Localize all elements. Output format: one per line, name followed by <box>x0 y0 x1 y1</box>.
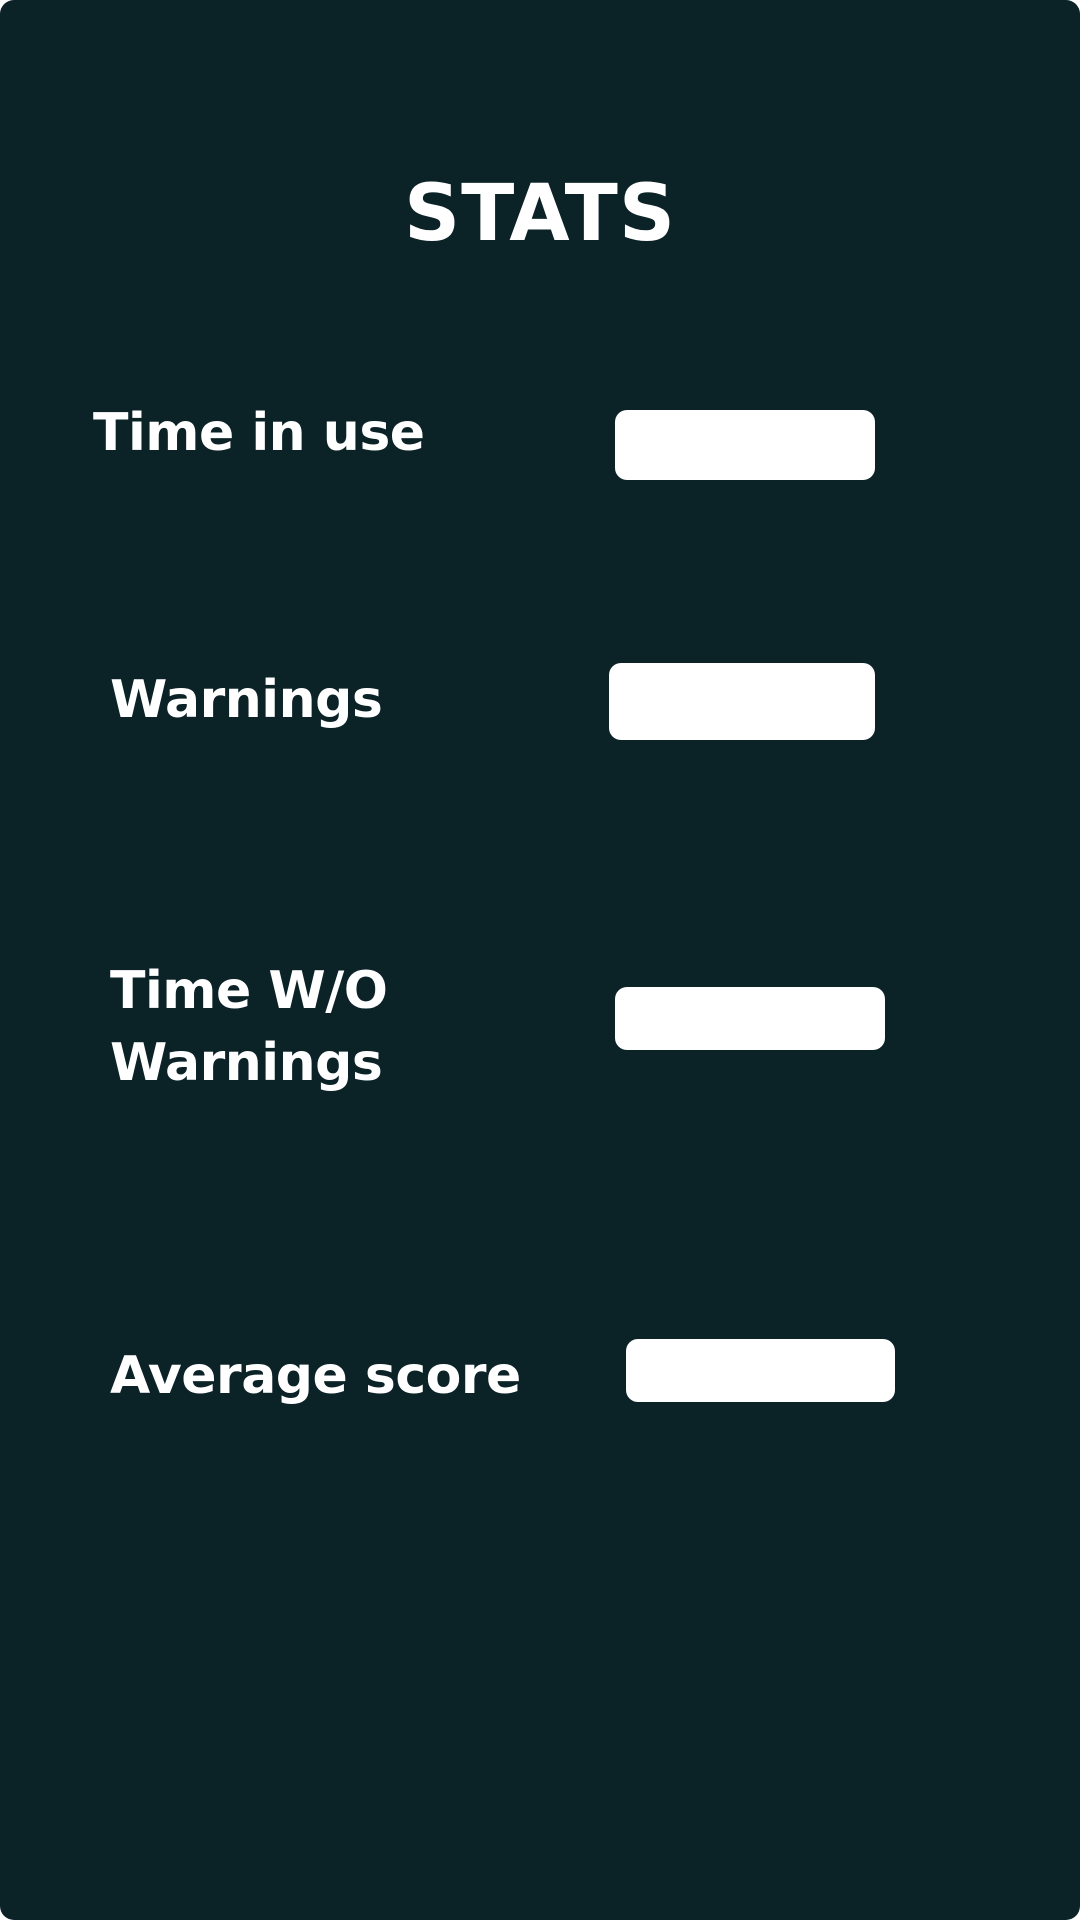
page-title: STATS <box>403 169 677 259</box>
average-score-value <box>626 1339 895 1402</box>
time-without-warnings-label: Time W/O Warnings <box>110 955 440 1099</box>
time-in-use-value <box>615 410 875 480</box>
warnings-label: Warnings <box>110 670 383 730</box>
time-without-warnings-label-line2: Warnings <box>110 1033 383 1093</box>
time-without-warnings-value <box>615 987 885 1050</box>
stats-screen: STATS Time in use Warnings Time W/O Warn… <box>0 0 1080 1920</box>
average-score-label: Average score <box>110 1346 521 1406</box>
time-without-warnings-label-line1: Time W/O <box>110 961 388 1021</box>
warnings-value <box>609 663 875 740</box>
time-in-use-label: Time in use <box>93 403 425 463</box>
